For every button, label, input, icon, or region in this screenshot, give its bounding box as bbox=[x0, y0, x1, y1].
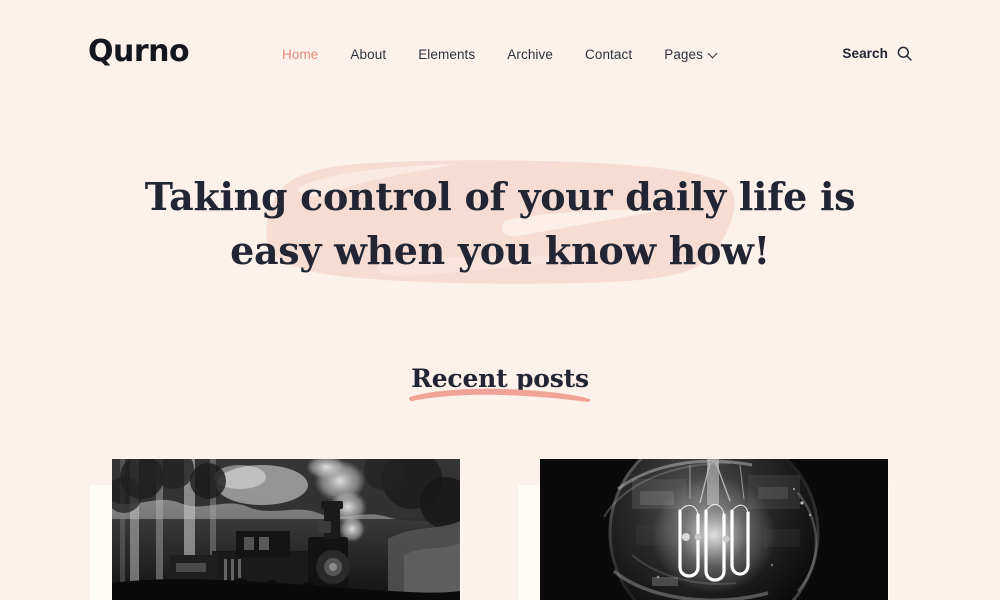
search-button[interactable]: Search bbox=[842, 46, 912, 61]
nav-item-contact[interactable]: Contact bbox=[569, 47, 648, 62]
recent-posts-heading-area: Recent posts bbox=[0, 362, 1000, 408]
recent-posts-list bbox=[0, 459, 1000, 600]
site-logo[interactable]: Qurno bbox=[88, 37, 190, 67]
chevron-down-icon bbox=[709, 49, 718, 58]
nav-item-pages-label: Pages bbox=[664, 46, 703, 62]
hero-title-line-1: Taking control of your daily life is bbox=[144, 174, 856, 219]
post-thumbnail-train[interactable] bbox=[112, 459, 460, 600]
search-label: Search bbox=[842, 45, 888, 61]
nav-item-archive[interactable]: Archive bbox=[491, 47, 569, 62]
hero-title-line-2: easy when you know how! bbox=[230, 228, 770, 273]
nav-item-about[interactable]: About bbox=[334, 47, 402, 62]
train-photo bbox=[112, 459, 460, 600]
search-icon bbox=[897, 46, 912, 61]
post-card[interactable] bbox=[90, 459, 461, 600]
hero-title: Taking control of your daily life is eas… bbox=[0, 150, 1000, 278]
hero-section: Taking control of your daily life is eas… bbox=[0, 150, 1000, 300]
post-thumbnail-lightbulb[interactable] bbox=[540, 459, 888, 600]
nav-item-home[interactable]: Home bbox=[266, 47, 334, 62]
site-header: Qurno Home About Elements Archive Contac… bbox=[0, 0, 1000, 108]
nav-item-pages[interactable]: Pages bbox=[648, 47, 734, 62]
section-title: Recent posts bbox=[409, 362, 591, 402]
lightbulb-photo bbox=[540, 459, 888, 600]
section-title-text: Recent posts bbox=[411, 364, 589, 393]
post-card[interactable] bbox=[518, 459, 889, 600]
nav-item-elements[interactable]: Elements bbox=[402, 47, 491, 62]
